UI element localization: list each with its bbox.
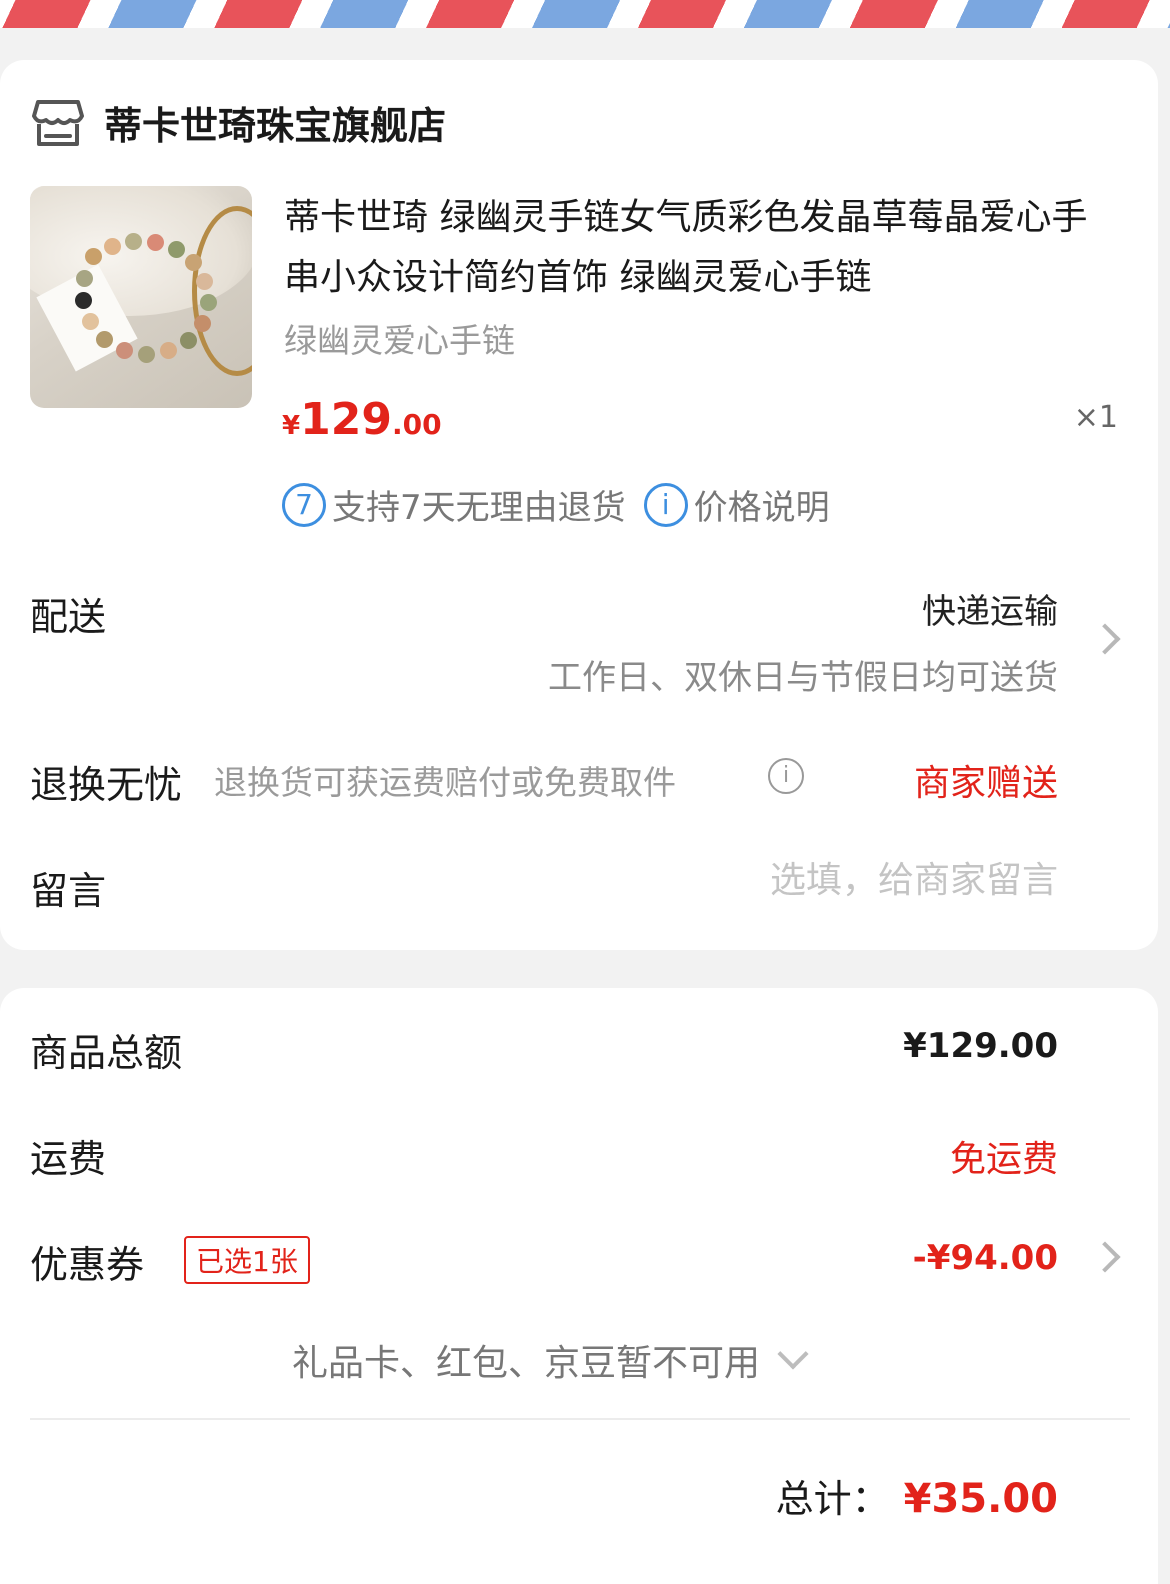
info-icon[interactable]: i (768, 758, 804, 794)
message-input[interactable] (638, 860, 1058, 901)
order-total: 总计： ¥35.00 (776, 1468, 1058, 1523)
coupon-label: 优惠券 (30, 1243, 145, 1287)
price-integer: 129 (300, 394, 392, 445)
shop-name: 蒂卡世琦珠宝旗舰店 (104, 103, 447, 148)
coupon-value[interactable]: -¥94.00 (913, 1238, 1058, 1278)
product-quantity: ×1 (1073, 400, 1118, 435)
divider (30, 1418, 1130, 1420)
service-price-explain-label[interactable]: 价格说明 (694, 480, 830, 529)
airmail-stripe-border (0, 0, 1170, 28)
chevron-right-icon[interactable] (1089, 623, 1121, 655)
return-worry-free-value: 商家赠送 (913, 763, 1058, 804)
giftcard-note: 礼品卡、红包、京豆暂不可用 (292, 1343, 761, 1384)
product-spec: 绿幽灵爱心手链 (284, 321, 515, 360)
product-title[interactable]: 蒂卡世琦 绿幽灵手链女气质彩色发晶草莓晶爱心手串小众设计简约首饰 绿幽灵爱心手链 (284, 188, 1114, 308)
chevron-right-icon[interactable] (1089, 1241, 1121, 1273)
goods-total-label: 商品总额 (30, 1031, 183, 1075)
coupon-selected-badge: 已选1张 (184, 1236, 310, 1284)
product-price: ¥129.00 (282, 394, 442, 445)
giftcard-toggle[interactable]: 礼品卡、红包、京豆暂不可用 (292, 1334, 809, 1386)
goods-total-value: ¥129.00 (903, 1026, 1058, 1066)
price-decimal: .00 (391, 408, 442, 441)
info-icon: i (643, 482, 688, 527)
seven-day-return-icon: 7 (282, 482, 326, 527)
order-item-card: 蒂卡世琦珠宝旗舰店 蒂卡世琦 绿幽灵手链女气质彩色发晶草莓晶爱心手串小众设计简约… (0, 60, 1158, 950)
price-currency: ¥ (282, 411, 301, 441)
shipping-fee-value: 免运费 (949, 1139, 1058, 1180)
shop-header[interactable]: 蒂卡世琦珠宝旗舰店 (32, 94, 446, 150)
product-thumbnail[interactable] (30, 186, 252, 408)
delivery-value[interactable]: 快递运输 (922, 584, 1058, 633)
total-value: ¥35.00 (903, 1476, 1058, 1522)
price-summary-card: 商品总额 ¥129.00 运费 免运费 优惠券 已选1张 -¥94.00 礼品卡… (0, 988, 1158, 1584)
total-label: 总计： (775, 1477, 890, 1521)
return-worry-free-desc: 退换货可获运费赔付或免费取件 (214, 763, 676, 802)
chevron-down-icon (777, 1338, 809, 1370)
message-label: 留言 (30, 869, 107, 913)
service-return-label[interactable]: 支持7天无理由退货 (332, 480, 626, 529)
delivery-note: 工作日、双休日与节假日均可送货 (548, 658, 1058, 698)
store-icon (32, 100, 84, 146)
shipping-fee-label: 运费 (30, 1137, 107, 1181)
return-worry-free-label: 退换无忧 (30, 763, 183, 807)
service-tags: 7 支持7天无理由退货 i 价格说明 (282, 480, 830, 529)
delivery-label: 配送 (30, 595, 107, 639)
